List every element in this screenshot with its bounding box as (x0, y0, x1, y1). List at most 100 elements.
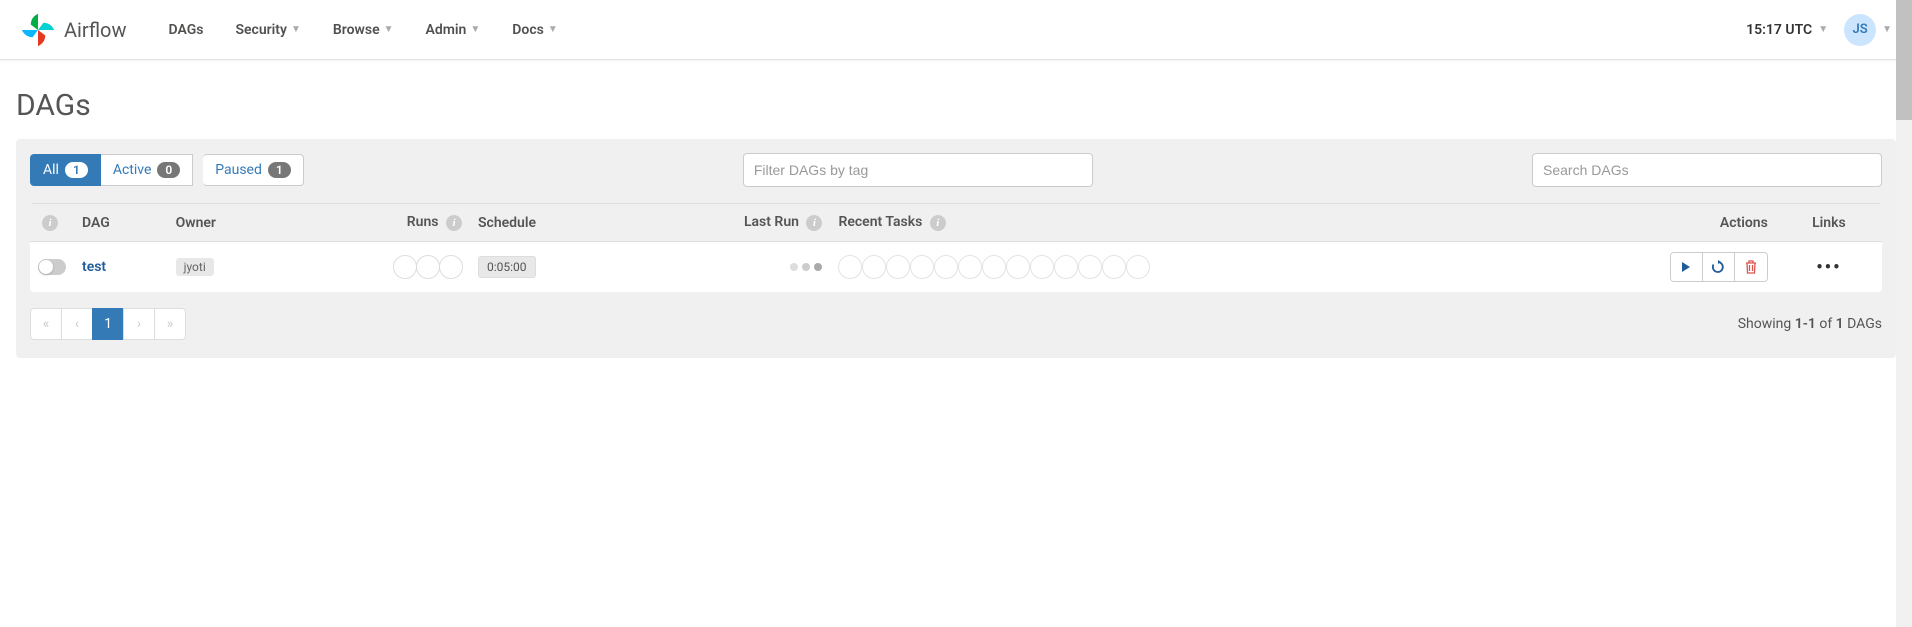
nav-links: DAGs Security▼ Browse▼ Admin▼ Docs▼ (164, 14, 561, 46)
user-menu[interactable]: JS ▼ (1844, 14, 1892, 46)
task-status-circle[interactable] (934, 255, 958, 279)
col-schedule[interactable]: Schedule (470, 204, 628, 242)
info-icon[interactable]: i (446, 215, 462, 231)
refresh-button[interactable] (1703, 253, 1735, 281)
nav-docs[interactable]: Docs ▼ (508, 14, 561, 46)
chevron-down-icon: ▼ (470, 24, 480, 35)
task-status-circle[interactable] (910, 255, 934, 279)
task-status-circle[interactable] (1030, 255, 1054, 279)
nav-label: Admin (426, 22, 467, 38)
page-number-button[interactable]: 1 (92, 308, 124, 340)
info-icon[interactable]: i (806, 215, 822, 231)
nav-dags[interactable]: DAGs (164, 14, 207, 46)
chevron-down-icon: ▼ (1818, 24, 1828, 35)
table-row: test jyoti 0:05:00 (30, 242, 1882, 293)
chevron-down-icon: ▼ (548, 24, 558, 35)
count-badge: 1 (65, 162, 88, 178)
filter-active[interactable]: Active 0 (101, 154, 193, 186)
more-links-button[interactable]: ••• (1816, 257, 1841, 278)
col-links: Links (1776, 204, 1882, 242)
col-lastrun-h: Last Run i (628, 204, 830, 242)
trash-icon (1745, 260, 1757, 274)
nav-browse[interactable]: Browse ▼ (329, 14, 398, 46)
col-recent[interactable]: Recent Tasks (838, 214, 922, 230)
brand-name: Airflow (64, 18, 126, 42)
col-actions: Actions (1532, 204, 1776, 242)
filter-label: Active (113, 162, 152, 178)
page-next-button[interactable]: › (123, 308, 155, 340)
page-prev-button[interactable]: ‹ (61, 308, 93, 340)
filter-tabs: All 1 Active 0 Paused 1 (30, 154, 304, 186)
nav-label: Browse (333, 22, 380, 38)
task-status-circle[interactable] (862, 255, 886, 279)
page-title: DAGs (16, 88, 1896, 123)
toggle-knob (39, 260, 53, 274)
chevron-down-icon: ▼ (384, 24, 394, 35)
chevron-down-icon: ▼ (1882, 24, 1892, 35)
airflow-pinwheel-icon (20, 12, 56, 48)
trigger-dag-button[interactable] (1671, 253, 1703, 281)
play-icon (1680, 261, 1692, 273)
task-status-circle[interactable] (838, 255, 862, 279)
time-text: 15:17 UTC (1746, 22, 1812, 38)
info-icon[interactable]: i (930, 215, 946, 231)
run-status-circle[interactable] (439, 255, 463, 279)
col-runs[interactable]: Runs (407, 214, 439, 230)
dag-link[interactable]: test (82, 259, 106, 275)
brand-logo[interactable]: Airflow (20, 12, 126, 48)
page-first-button[interactable]: « (30, 308, 62, 340)
count-badge: 1 (268, 162, 291, 178)
col-toggle: i (30, 204, 74, 242)
nav-label: Security (235, 22, 287, 38)
task-status-circle[interactable] (1054, 255, 1078, 279)
showing-text: Showing 1-1 of 1 DAGs (1738, 316, 1882, 332)
filter-row: All 1 Active 0 Paused 1 (30, 153, 1882, 187)
filter-by-tag-input[interactable] (743, 153, 1093, 187)
task-status-circle[interactable] (958, 255, 982, 279)
schedule-badge[interactable]: 0:05:00 (478, 256, 536, 278)
page-last-button[interactable]: » (154, 308, 186, 340)
navbar-left: Airflow DAGs Security▼ Browse▼ Admin▼ Do… (20, 12, 562, 48)
navbar-right: 15:17 UTC ▼ JS ▼ (1746, 14, 1892, 46)
loading-dots (636, 263, 822, 271)
run-status-circle[interactable] (393, 255, 417, 279)
col-owner[interactable]: Owner (168, 204, 289, 242)
info-icon[interactable]: i (42, 215, 58, 231)
nav-security[interactable]: Security ▼ (231, 14, 304, 46)
run-status-circle[interactable] (416, 255, 440, 279)
nav-admin[interactable]: Admin▼ (422, 14, 485, 46)
col-lastrun[interactable]: Last Run (744, 214, 799, 230)
chevron-down-icon: ▼ (291, 24, 301, 35)
run-circles (296, 255, 462, 279)
task-status-circle[interactable] (886, 255, 910, 279)
search-dags-input[interactable] (1532, 153, 1882, 187)
filter-paused[interactable]: Paused 1 (203, 154, 304, 186)
nav-label: DAGs (168, 22, 203, 38)
col-recent-h: Recent Tasks i (830, 204, 1532, 242)
task-circles (838, 255, 1524, 279)
col-dag[interactable]: DAG (74, 204, 168, 242)
task-status-circle[interactable] (1078, 255, 1102, 279)
task-status-circle[interactable] (1102, 255, 1126, 279)
time-display[interactable]: 15:17 UTC ▼ (1746, 22, 1828, 38)
count-badge: 0 (157, 162, 180, 178)
owner-badge[interactable]: jyoti (176, 258, 214, 276)
action-buttons (1670, 252, 1768, 282)
filter-all[interactable]: All 1 (30, 154, 101, 186)
task-status-circle[interactable] (1126, 255, 1150, 279)
dags-panel: All 1 Active 0 Paused 1 i (16, 139, 1896, 358)
navbar: Airflow DAGs Security▼ Browse▼ Admin▼ Do… (0, 0, 1912, 60)
delete-button[interactable] (1735, 253, 1767, 281)
user-avatar: JS (1844, 14, 1876, 46)
dags-table: i DAG Owner Runs i Schedule Last Run i R… (30, 203, 1882, 292)
nav-label: Docs (512, 22, 544, 38)
pause-toggle[interactable] (38, 259, 66, 275)
pagination: « ‹ 1 › » (30, 308, 186, 340)
scrollbar-thumb[interactable] (1896, 0, 1912, 120)
task-status-circle[interactable] (982, 255, 1006, 279)
task-status-circle[interactable] (1006, 255, 1030, 279)
filter-label: All (43, 162, 59, 178)
scrollbar[interactable] (1896, 0, 1912, 627)
refresh-icon (1711, 260, 1725, 274)
col-runs-h: Runs i (288, 204, 470, 242)
